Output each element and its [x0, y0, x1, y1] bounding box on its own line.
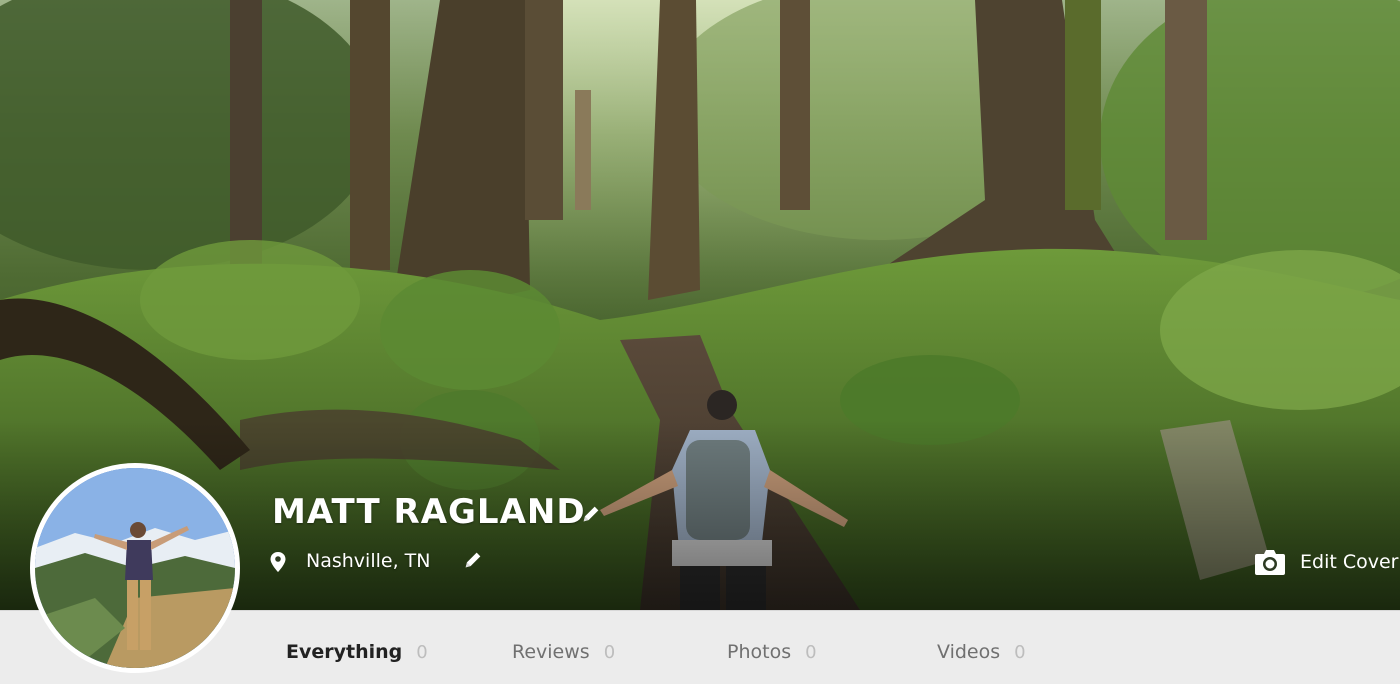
edit-location-pencil-icon[interactable] [462, 549, 484, 571]
tab-photos[interactable]: Photos 0 [727, 641, 817, 663]
edit-name-pencil-icon[interactable] [580, 503, 602, 525]
avatar-photo-illustration [35, 468, 235, 668]
tab-videos[interactable]: Videos 0 [937, 641, 1026, 663]
profile-location: Nashville, TN [306, 550, 431, 572]
edit-cover-label: Edit Cover [1300, 551, 1399, 573]
tab-label: Everything [286, 641, 403, 663]
tab-label: Photos [727, 641, 792, 663]
tab-count: 0 [603, 642, 616, 663]
tab-everything[interactable]: Everything 0 [286, 641, 428, 663]
profile-name: MATT RAGLAND [272, 492, 586, 532]
camera-icon [1255, 550, 1285, 575]
tab-count: 0 [805, 642, 817, 663]
edit-cover-button[interactable]: Edit Cover [1254, 548, 1398, 576]
tab-label: Videos [937, 641, 1001, 663]
profile-avatar[interactable] [30, 463, 240, 673]
tab-reviews[interactable]: Reviews 0 [512, 641, 615, 663]
tab-count: 0 [1014, 642, 1026, 663]
map-pin-icon [270, 552, 286, 572]
tab-label: Reviews [512, 641, 590, 663]
tab-count: 0 [416, 642, 428, 663]
